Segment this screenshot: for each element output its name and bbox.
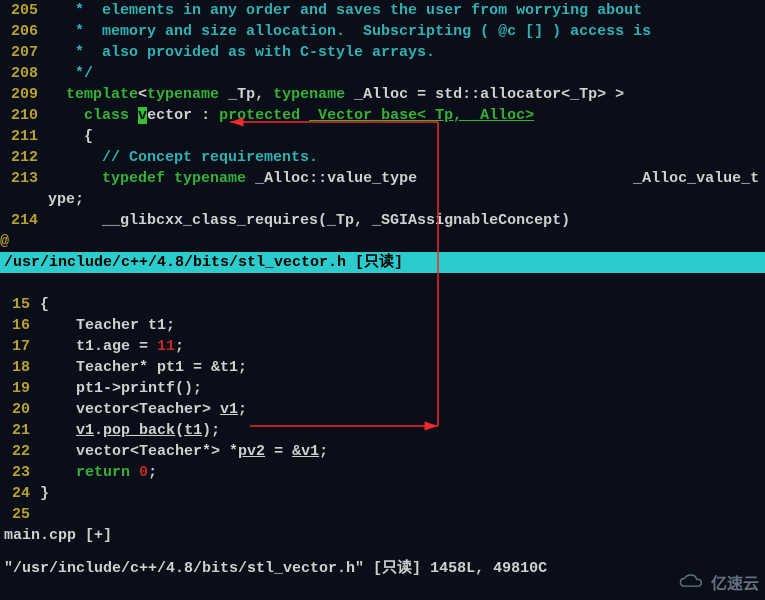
code-text[interactable]: */ bbox=[48, 63, 765, 84]
line-number: 207 bbox=[0, 42, 48, 63]
code-text[interactable]: Teacher* pt1 = &t1; bbox=[40, 357, 765, 378]
code-line[interactable]: 213 typedef typename _Alloc::value_type … bbox=[0, 168, 765, 189]
line-number: 25 bbox=[0, 504, 40, 525]
code-line[interactable]: 15{ bbox=[0, 294, 765, 315]
line-number: 206 bbox=[0, 21, 48, 42]
code-text[interactable]: template<typename _Tp, typename _Alloc =… bbox=[48, 84, 765, 105]
code-text[interactable]: Teacher t1; bbox=[40, 315, 765, 336]
code-text[interactable]: * also provided as with C-style arrays. bbox=[48, 42, 765, 63]
command-line[interactable]: "/usr/include/c++/4.8/bits/stl_vector.h"… bbox=[0, 558, 765, 579]
line-number: 209 bbox=[0, 84, 48, 105]
lower-statusbar: main.cpp [+] bbox=[0, 525, 765, 546]
code-line[interactable]: 214 __glibcxx_class_requires(_Tp, _SGIAs… bbox=[0, 210, 765, 231]
tilde-line: @ bbox=[0, 231, 765, 252]
code-line[interactable]: 210 class vector : protected _Vector_bas… bbox=[0, 105, 765, 126]
code-line[interactable]: 207 * also provided as with C-style arra… bbox=[0, 42, 765, 63]
code-line[interactable]: 17 t1.age = 11; bbox=[0, 336, 765, 357]
code-text[interactable]: pt1->printf(); bbox=[40, 378, 765, 399]
line-number: 24 bbox=[0, 483, 40, 504]
code-text[interactable]: { bbox=[40, 294, 765, 315]
line-number: 212 bbox=[0, 147, 48, 168]
code-line[interactable]: 208 */ bbox=[0, 63, 765, 84]
code-text[interactable]: vector<Teacher*> *pv2 = &v1; bbox=[40, 441, 765, 462]
code-text[interactable]: return 0; bbox=[40, 462, 765, 483]
code-line-wrap[interactable]: ype; bbox=[0, 189, 765, 210]
line-number: 211 bbox=[0, 126, 48, 147]
code-line[interactable]: 16 Teacher t1; bbox=[0, 315, 765, 336]
upper-editor-pane[interactable]: 205 * elements in any order and saves th… bbox=[0, 0, 765, 294]
code-line[interactable]: 23 return 0; bbox=[0, 462, 765, 483]
code-text[interactable]: { bbox=[48, 126, 765, 147]
code-text[interactable]: t1.age = 11; bbox=[40, 336, 765, 357]
line-number: 21 bbox=[0, 420, 40, 441]
code-line[interactable]: 21 v1.pop_back(t1); bbox=[0, 420, 765, 441]
line-number: 18 bbox=[0, 357, 40, 378]
code-line[interactable]: 19 pt1->printf(); bbox=[0, 378, 765, 399]
line-number: 205 bbox=[0, 0, 48, 21]
line-number: 210 bbox=[0, 105, 48, 126]
code-line[interactable]: 18 Teacher* pt1 = &t1; bbox=[0, 357, 765, 378]
code-line[interactable]: 206 * memory and size allocation. Subscr… bbox=[0, 21, 765, 42]
code-line[interactable]: 205 * elements in any order and saves th… bbox=[0, 0, 765, 21]
code-text[interactable]: __glibcxx_class_requires(_Tp, _SGIAssign… bbox=[48, 210, 765, 231]
code-line[interactable]: 24} bbox=[0, 483, 765, 504]
line-number: 22 bbox=[0, 441, 40, 462]
line-number: 213 bbox=[0, 168, 48, 189]
code-text[interactable]: * elements in any order and saves the us… bbox=[48, 0, 765, 21]
code-line[interactable]: 212 // Concept requirements. bbox=[0, 147, 765, 168]
code-text[interactable]: class vector : protected _Vector_base<_T… bbox=[48, 105, 765, 126]
code-text[interactable] bbox=[40, 504, 765, 525]
code-line[interactable]: 22 vector<Teacher*> *pv2 = &v1; bbox=[0, 441, 765, 462]
code-text[interactable]: } bbox=[40, 483, 765, 504]
code-text[interactable]: // Concept requirements. bbox=[48, 147, 765, 168]
code-line[interactable]: 25 bbox=[0, 504, 765, 525]
line-number: 16 bbox=[0, 315, 40, 336]
line-number: 208 bbox=[0, 63, 48, 84]
code-text[interactable]: v1.pop_back(t1); bbox=[40, 420, 765, 441]
code-text[interactable]: * memory and size allocation. Subscripti… bbox=[48, 21, 765, 42]
upper-statusbar: /usr/include/c++/4.8/bits/stl_vector.h [… bbox=[0, 252, 765, 273]
line-number: 23 bbox=[0, 462, 40, 483]
code-line[interactable]: 20 vector<Teacher> v1; bbox=[0, 399, 765, 420]
line-number: 19 bbox=[0, 378, 40, 399]
code-line[interactable]: 209 template<typename _Tp, typename _All… bbox=[0, 84, 765, 105]
lower-editor-pane[interactable]: 15{16 Teacher t1;17 t1.age = 11;18 Teach… bbox=[0, 294, 765, 558]
line-number: 15 bbox=[0, 294, 40, 315]
line-number: 214 bbox=[0, 210, 48, 231]
code-line[interactable]: 211 { bbox=[0, 126, 765, 147]
line-number: 20 bbox=[0, 399, 40, 420]
line-number: 17 bbox=[0, 336, 40, 357]
code-text[interactable]: typedef typename _Alloc::value_type _All… bbox=[48, 168, 765, 189]
watermark: 亿速云 bbox=[679, 570, 759, 594]
code-text[interactable]: vector<Teacher> v1; bbox=[40, 399, 765, 420]
